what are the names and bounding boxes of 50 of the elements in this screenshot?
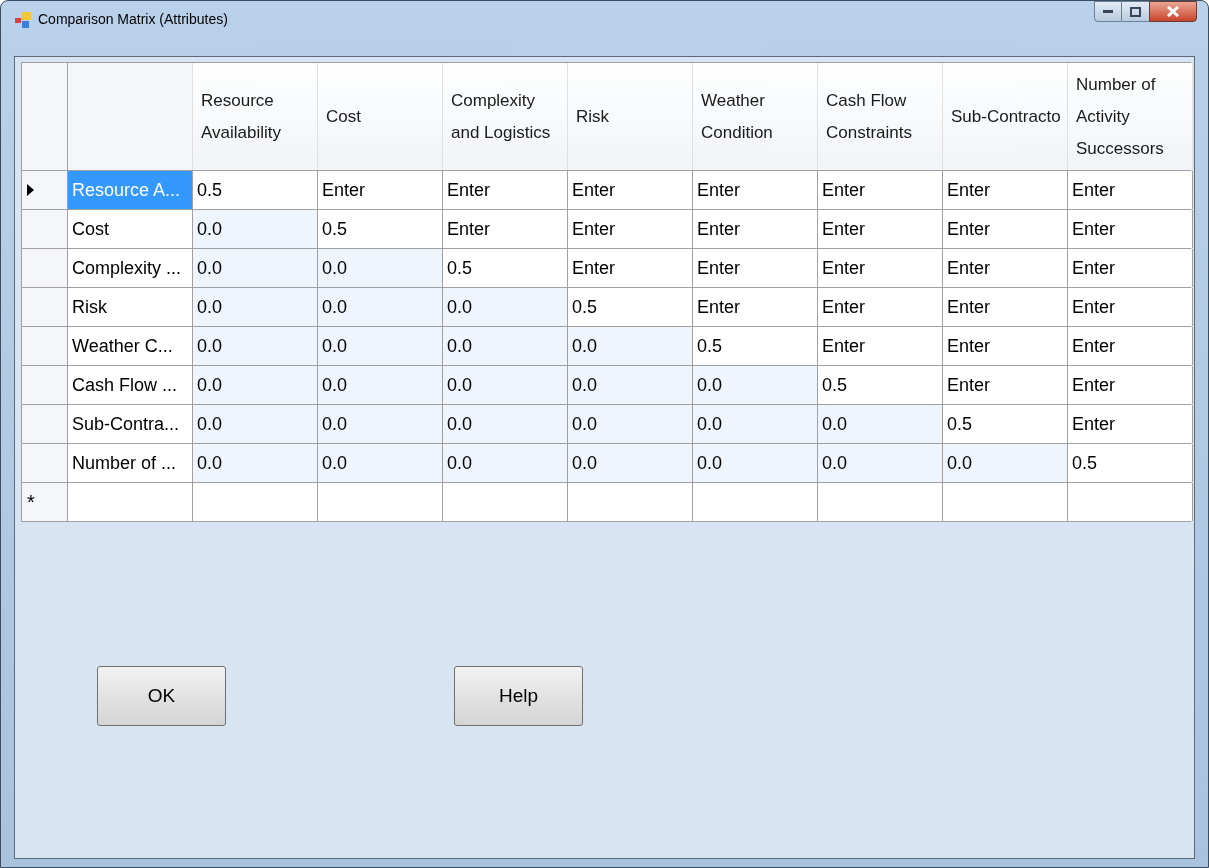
- app-icon: [14, 10, 32, 29]
- table-cell[interactable]: 0.0: [568, 444, 693, 482]
- table-cell[interactable]: 0.0: [568, 327, 693, 365]
- help-button[interactable]: Help: [454, 666, 583, 726]
- table-cell[interactable]: 0.0: [443, 444, 568, 482]
- column-header[interactable]: Cash Flow Constraints: [818, 63, 943, 170]
- close-icon: [1167, 6, 1179, 17]
- table-cell[interactable]: 0.0: [443, 405, 568, 443]
- corner-header-cell[interactable]: [22, 63, 68, 170]
- table-cell[interactable]: 0.0: [818, 405, 943, 443]
- table-cell[interactable]: 0.0: [943, 444, 1068, 482]
- minimize-icon: [1103, 9, 1113, 14]
- table-cell[interactable]: 0.0: [318, 405, 443, 443]
- column-header[interactable]: Resource Availability: [193, 63, 318, 170]
- new-row-marker: *: [27, 492, 35, 512]
- table-cell[interactable]: 0.0: [443, 366, 568, 404]
- table-cell[interactable]: 0.0: [568, 366, 693, 404]
- table-cell[interactable]: 0.0: [193, 249, 318, 287]
- column-header[interactable]: Complexity and Logistics: [443, 63, 568, 170]
- table-cell[interactable]: 0.0: [693, 366, 818, 404]
- table-cell[interactable]: 0.0: [318, 249, 443, 287]
- table-cell[interactable]: 0.0: [443, 327, 568, 365]
- table-cell[interactable]: 0.0: [193, 327, 318, 365]
- table-cell[interactable]: 0.0: [318, 288, 443, 326]
- table-cell[interactable]: 0.0: [443, 288, 568, 326]
- table-cell[interactable]: 0.0: [193, 210, 318, 248]
- table-cell[interactable]: 0.0: [818, 444, 943, 482]
- table-cell[interactable]: 0.0: [193, 288, 318, 326]
- column-header[interactable]: Weather Condition: [693, 63, 818, 170]
- close-button[interactable]: [1149, 1, 1197, 22]
- table-cell[interactable]: 0.0: [193, 366, 318, 404]
- ok-button[interactable]: OK: [97, 666, 226, 726]
- table-cell[interactable]: 0.0: [193, 444, 318, 482]
- window-title: Comparison Matrix (Attributes): [38, 10, 228, 29]
- column-header[interactable]: Number of Activity Successors: [1068, 63, 1193, 170]
- table-cell[interactable]: 0.0: [318, 327, 443, 365]
- table-cell[interactable]: 0.0: [193, 405, 318, 443]
- column-header[interactable]: Cost: [318, 63, 443, 170]
- table-cell[interactable]: 0.0: [318, 444, 443, 482]
- maximize-button[interactable]: [1122, 1, 1149, 22]
- column-header[interactable]: Risk: [568, 63, 693, 170]
- minimize-button[interactable]: [1094, 1, 1122, 22]
- table-cell[interactable]: 0.0: [318, 366, 443, 404]
- row-header[interactable]: [22, 171, 68, 209]
- table-cell[interactable]: 0.0: [693, 405, 818, 443]
- table-cell[interactable]: 0.0: [693, 444, 818, 482]
- table-cell[interactable]: 0.0: [568, 405, 693, 443]
- maximize-icon: [1130, 6, 1141, 17]
- row-header[interactable]: *: [22, 483, 68, 521]
- column-header[interactable]: Sub-Contracto: [943, 63, 1068, 170]
